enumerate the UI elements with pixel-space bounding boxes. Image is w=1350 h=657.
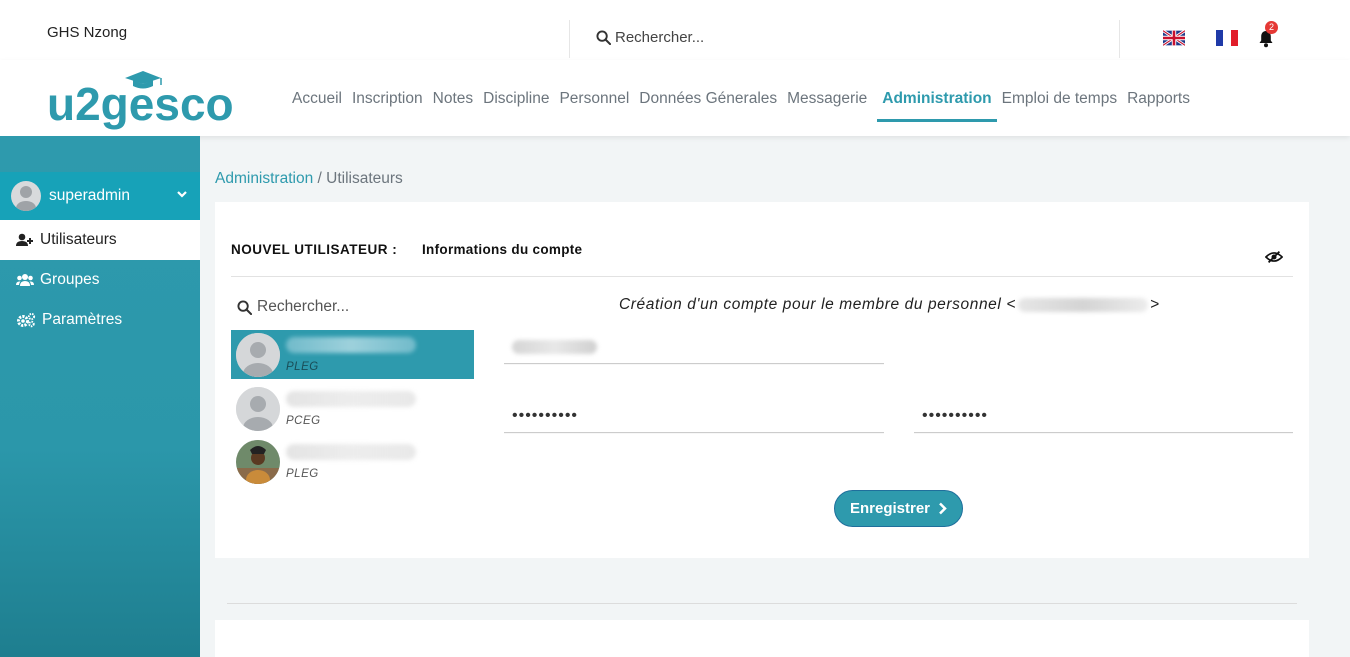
user-menu[interactable]: superadmin xyxy=(0,172,200,220)
sidebar-item-groupes[interactable]: Groupes xyxy=(0,260,200,300)
nav-inscription[interactable]: Inscription xyxy=(352,90,423,122)
nav-notes[interactable]: Notes xyxy=(433,90,474,122)
breadcrumb-current: Utilisateurs xyxy=(326,170,403,187)
person-name-redacted xyxy=(286,337,416,353)
breadcrumb-separator: / xyxy=(313,170,327,187)
nav-administration[interactable]: Administration xyxy=(877,90,998,122)
card-divider xyxy=(231,276,1293,277)
breadcrumb: Administration / Utilisateurs xyxy=(215,170,403,188)
new-user-card: NOUVEL UTILISATEUR : Informations du com… xyxy=(215,202,1309,558)
sidebar-item-label: Utilisateurs xyxy=(40,231,117,248)
password-field[interactable]: •••••••••• xyxy=(504,401,884,433)
person-list-item[interactable]: PCEG xyxy=(231,384,474,433)
avatar-photo xyxy=(236,440,280,484)
nav-messagerie[interactable]: Messagerie xyxy=(787,90,867,122)
top-bar: GHS Nzong Rechercher... 2 xyxy=(0,0,1350,60)
secondary-card xyxy=(215,620,1309,657)
save-button[interactable]: Enregistrer xyxy=(834,490,963,527)
nav-personnel[interactable]: Personnel xyxy=(559,90,629,122)
main-nav: Accueil Inscription Notes Discipline Per… xyxy=(292,90,1200,122)
breadcrumb-administration[interactable]: Administration xyxy=(215,170,313,187)
search-icon xyxy=(596,30,611,45)
school-name: GHS Nzong xyxy=(47,24,128,41)
sidebar-item-utilisateurs[interactable]: Utilisateurs xyxy=(0,220,200,260)
card-title: NOUVEL UTILISATEUR : xyxy=(231,242,398,257)
top-search[interactable]: Rechercher... xyxy=(596,29,704,46)
member-name-redacted xyxy=(1018,298,1148,312)
chevron-right-icon xyxy=(939,502,947,515)
nav-donnees-generales[interactable]: Données Génerales xyxy=(639,90,777,122)
nav-emploi-de-temps[interactable]: Emploi de temps xyxy=(1002,90,1117,122)
top-divider xyxy=(1119,20,1120,58)
u2gesco-logo[interactable]: u2gesco xyxy=(47,68,237,130)
login-value-redacted xyxy=(512,340,597,354)
sidebar-item-label: Groupes xyxy=(40,271,100,288)
form-title-prefix: Création d'un compte pour le membre du p… xyxy=(619,296,1016,313)
person-grade: PLEG xyxy=(286,468,319,480)
user-plus-icon xyxy=(16,233,33,246)
form-title: Création d'un compte pour le membre du p… xyxy=(619,296,1160,314)
form-title-suffix: > xyxy=(1150,296,1160,313)
avatar xyxy=(236,333,280,377)
save-button-label: Enregistrer xyxy=(849,500,931,517)
nav-rapports[interactable]: Rapports xyxy=(1127,90,1190,122)
eye-slash-icon[interactable] xyxy=(1265,250,1283,264)
user-name: superadmin xyxy=(49,187,130,204)
avatar xyxy=(236,387,280,431)
top-divider xyxy=(569,20,570,58)
card-subtitle: Informations du compte xyxy=(422,242,583,257)
sidebar: superadmin Utilisateurs Groupes Paramètr… xyxy=(0,136,200,657)
france-flag-icon[interactable] xyxy=(1216,30,1238,46)
section-divider xyxy=(227,603,1297,604)
logo-text: u2gesco xyxy=(47,78,234,130)
avatar xyxy=(11,181,41,211)
person-name-redacted xyxy=(286,444,416,460)
person-grade: PCEG xyxy=(286,415,321,427)
person-search-placeholder: Rechercher... xyxy=(257,298,350,315)
nav-bar: u2gesco Accueil Inscription Notes Discip… xyxy=(0,60,1350,136)
person-list-item[interactable]: PLEG xyxy=(231,330,474,379)
users-icon xyxy=(16,274,34,286)
uk-flag-icon[interactable] xyxy=(1163,30,1185,46)
notification-badge: 2 xyxy=(1265,21,1278,34)
cogs-icon xyxy=(17,312,36,328)
top-search-placeholder: Rechercher... xyxy=(615,29,705,46)
person-list-item[interactable]: PLEG xyxy=(231,437,474,486)
chevron-down-icon[interactable] xyxy=(176,189,188,199)
sidebar-item-parametres[interactable]: Paramètres xyxy=(0,300,200,340)
password-confirm-field[interactable]: •••••••••• xyxy=(914,401,1293,433)
nav-discipline[interactable]: Discipline xyxy=(483,90,549,122)
person-search[interactable]: Rechercher... xyxy=(237,298,349,316)
person-grade: PLEG xyxy=(286,361,319,373)
sidebar-item-label: Paramètres xyxy=(42,311,123,328)
nav-accueil[interactable]: Accueil xyxy=(292,90,342,122)
person-name-redacted xyxy=(286,391,416,407)
login-field[interactable] xyxy=(504,332,884,364)
search-icon xyxy=(237,299,252,315)
